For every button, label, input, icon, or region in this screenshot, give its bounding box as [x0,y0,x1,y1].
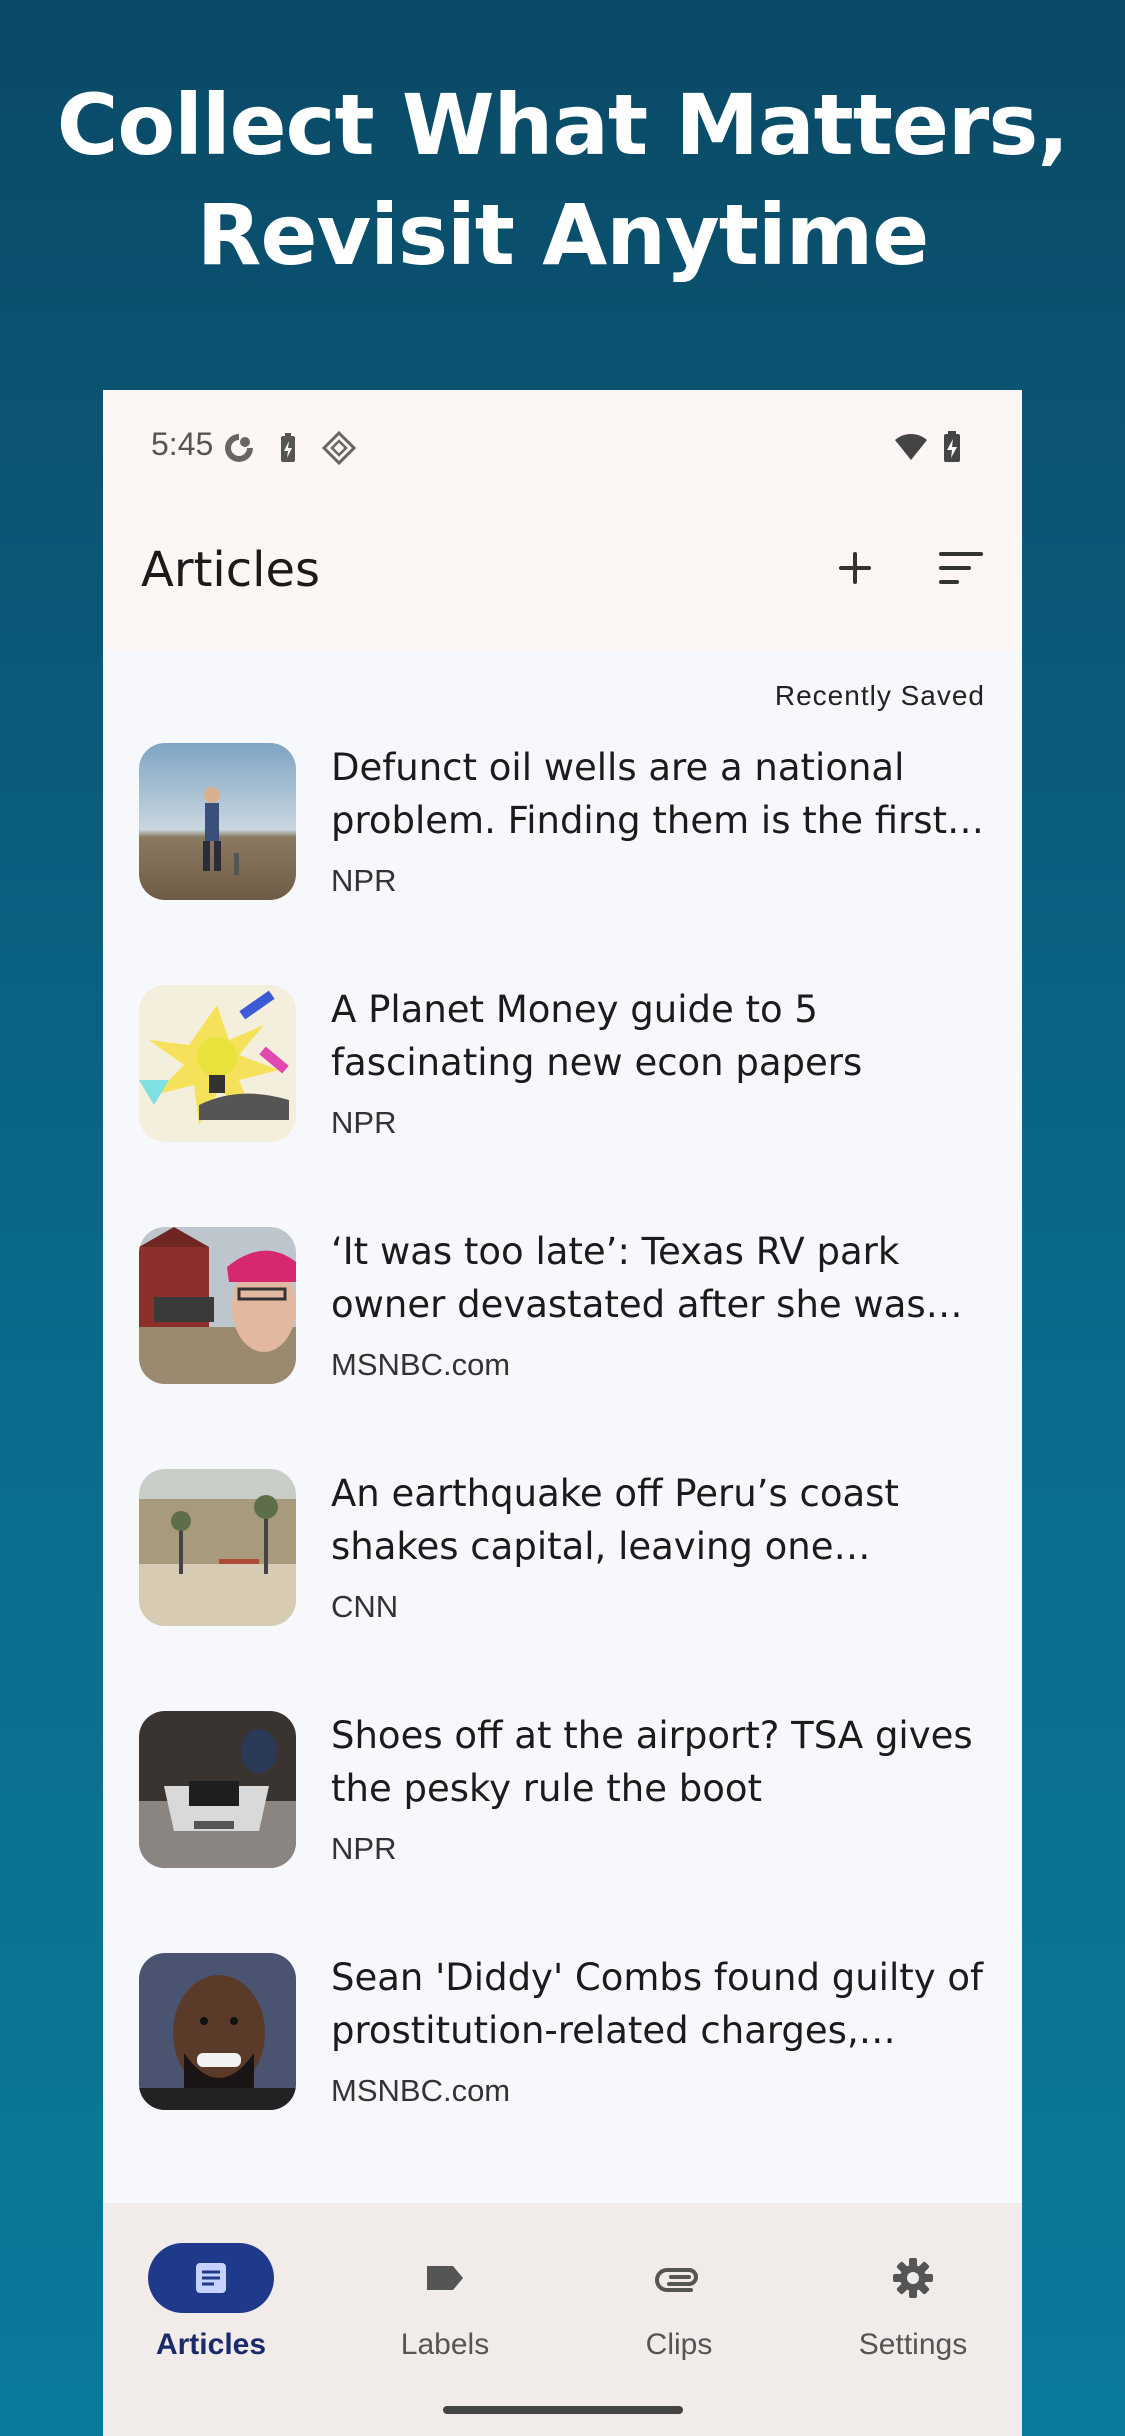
article-source: NPR [331,1105,397,1140]
article-source: NPR [331,863,397,898]
nav-labels[interactable]: Labels [337,2203,567,2403]
promo-headline-line1: Collect What Matters, [56,76,1070,174]
article-source: MSNBC.com [331,2073,511,2108]
page-title: Articles [141,542,320,598]
list-item[interactable]: An earthquake off Peru’s coast shakes ca… [103,1461,1022,1703]
article-title: An earthquake off Peru’s coast shakes ca… [331,1472,899,1568]
article-title: A Planet Money guide to 5 fascinating ne… [331,988,863,1084]
nav-settings-label: Settings [858,2328,968,2361]
add-article-button[interactable] [827,540,883,596]
nav-clips-label: Clips [645,2328,713,2361]
article-source: CNN [331,1589,399,1624]
nav-articles-label: Articles [155,2328,267,2361]
article-list: Defunct oil wells are a national problem… [103,735,1022,2187]
diamond-app-icon [321,430,357,466]
top-app-bar: Articles [103,500,1022,650]
nav-clips-indicator [616,2243,742,2313]
status-time: 5:45 [151,426,214,462]
list-item[interactable]: A Planet Money guide to 5 fascinating ne… [103,977,1022,1219]
article-icon [196,2263,226,2293]
phone-screen: 5:45 Articles Recently Saved Defunct oil… [103,390,1022,2436]
wifi-icon [895,434,927,460]
article-thumbnail [139,985,296,1142]
nav-settings-indicator [850,2243,976,2313]
status-bar: 5:45 [103,390,1022,500]
nav-clips[interactable]: Clips [571,2203,801,2403]
article-thumbnail [139,743,296,900]
list-item[interactable]: Defunct oil wells are a national problem… [103,735,1022,977]
article-title: ‘It was too late’: Texas RV park owner d… [331,1230,926,1326]
nav-labels-label: Labels [400,2328,490,2361]
sort-button[interactable] [933,540,989,596]
nav-settings[interactable]: Settings [805,2203,1022,2403]
article-thumbnail [139,1953,296,2110]
article-title: Sean 'Diddy' Combs found guilty of prost… [331,1956,984,2052]
battery-icon [944,431,960,462]
article-source: NPR [331,1831,397,1866]
paperclip-icon [655,2268,698,2292]
list-item[interactable]: Shoes off at the airport? TSA gives the … [103,1703,1022,1945]
nav-labels-indicator [382,2243,508,2313]
home-indicator[interactable] [443,2406,683,2414]
battery-saver-icon [281,433,295,462]
gear-icon [893,2258,933,2298]
nav-articles[interactable]: Articles [103,2203,333,2403]
list-item[interactable]: ‘It was too late’: Texas RV park owner d… [103,1219,1022,1461]
bottom-navigation: Articles Labels Clips Settings [103,2203,1022,2436]
article-title: Defunct oil wells are a national problem… [331,746,948,842]
sort-order-label[interactable]: Recently Saved [775,680,985,712]
sync-icon [225,434,253,462]
article-thumbnail [139,1711,296,1868]
article-source: MSNBC.com [331,1347,511,1382]
promo-headline-line2: Revisit Anytime [196,186,929,284]
article-thumbnail [139,1469,296,1626]
label-icon [427,2266,463,2290]
article-thumbnail [139,1227,296,1384]
list-item[interactable]: Sean 'Diddy' Combs found guilty of prost… [103,1945,1022,2187]
article-title: Shoes off at the airport? TSA gives the … [331,1714,973,1810]
nav-articles-indicator [148,2243,274,2313]
promo-headline: Collect What Matters, Revisit Anytime [0,70,1125,290]
